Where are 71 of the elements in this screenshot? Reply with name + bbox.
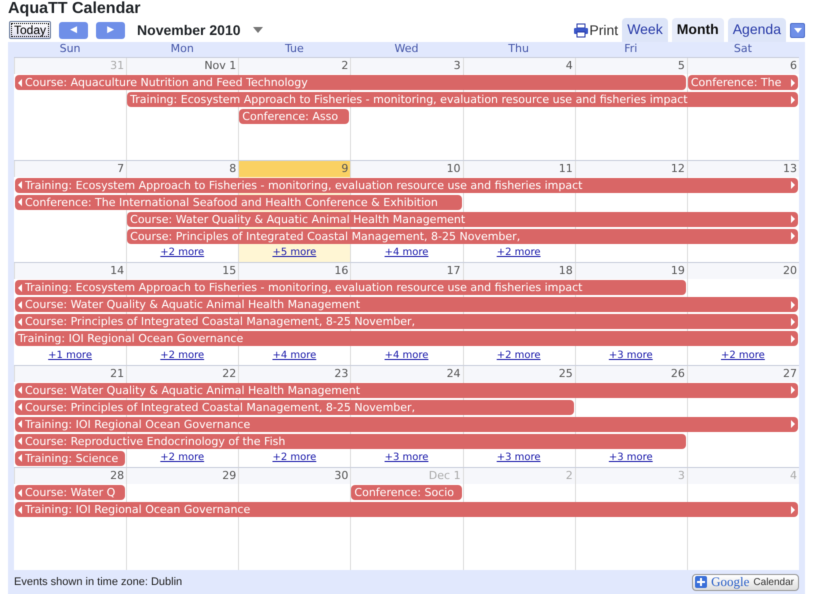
- day-number: 20: [686, 263, 799, 280]
- dropdown-caret-icon[interactable]: [252, 27, 263, 33]
- day-number: Dec 1: [350, 468, 463, 484]
- day-number: 28: [14, 468, 126, 484]
- more-link[interactable]: +2 more: [160, 450, 204, 466]
- more-link[interactable]: +3 more: [384, 450, 428, 466]
- today-button[interactable]: Today: [9, 21, 52, 39]
- more-link[interactable]: +5 more: [272, 245, 316, 262]
- weekday-header: Mon: [170, 42, 195, 57]
- day-number: 17: [350, 263, 463, 280]
- day-number: 12: [574, 160, 687, 177]
- day-number: 7: [14, 160, 126, 177]
- day-number: 21: [14, 366, 126, 382]
- print-link[interactable]: Print: [573, 22, 618, 38]
- more-link[interactable]: +2 more: [272, 450, 316, 466]
- day-number: 4: [462, 58, 575, 74]
- google-calendar-button[interactable]: Google Calendar: [692, 574, 799, 590]
- more-link[interactable]: +2 more: [496, 245, 541, 262]
- day-number: 10: [350, 160, 463, 177]
- more-link[interactable]: +4 more: [384, 245, 428, 262]
- view-tab[interactable]: Month: [672, 18, 724, 42]
- dropdown-button[interactable]: [790, 22, 805, 38]
- weekday-header: Sun: [58, 42, 82, 57]
- weekday-header: Fri: [623, 42, 638, 57]
- day-number: 2: [238, 58, 350, 74]
- plus-icon: [695, 576, 708, 588]
- day-number: 25: [462, 366, 575, 382]
- day-number: Nov 1: [126, 58, 238, 74]
- day-number: 2: [462, 468, 575, 484]
- day-number: 15: [126, 263, 238, 280]
- printer-icon: [573, 22, 590, 38]
- day-number: 31: [14, 58, 126, 74]
- more-link[interactable]: +2 more: [160, 245, 204, 262]
- view-tab[interactable]: Week: [622, 18, 668, 42]
- month-period: November 2010: [137, 22, 241, 38]
- day-number: 16: [238, 263, 350, 280]
- day-number: 19: [574, 263, 687, 280]
- day-number: 22: [126, 366, 238, 382]
- weekday-header: Tue: [284, 42, 305, 57]
- day-number: 14: [14, 263, 126, 280]
- day-number: 5: [574, 58, 687, 74]
- weekday-header: Sat: [732, 42, 753, 57]
- more-link[interactable]: +3 more: [496, 450, 541, 466]
- view-tab[interactable]: Agenda: [728, 18, 786, 42]
- day-number: 24: [350, 366, 463, 382]
- day-number: 18: [462, 263, 575, 280]
- day-number: 11: [462, 160, 575, 177]
- calendar-title: AquaTT Calendar: [7, 0, 142, 18]
- more-link[interactable]: +4 more: [272, 348, 316, 364]
- weekday-header: Wed: [394, 42, 420, 57]
- more-link[interactable]: +1 more: [48, 348, 92, 364]
- day-number: 30: [238, 468, 350, 484]
- more-link[interactable]: +3 more: [608, 450, 653, 466]
- day-number: 3: [350, 58, 463, 74]
- more-link[interactable]: +2 more: [160, 348, 204, 364]
- more-link[interactable]: +3 more: [608, 348, 653, 364]
- more-link[interactable]: +2 more: [721, 348, 765, 364]
- day-number: 26: [574, 366, 687, 382]
- day-number: 6: [686, 58, 799, 74]
- weekday-header: Thu: [507, 42, 530, 57]
- timezone-note: Events shown in time zone: Dublin: [14, 576, 182, 588]
- day-number: 4: [686, 468, 799, 484]
- more-link[interactable]: +2 more: [496, 348, 541, 364]
- day-number: 9: [238, 160, 350, 177]
- day-number: 23: [238, 366, 350, 382]
- day-number: 3: [574, 468, 687, 484]
- day-number: 13: [686, 160, 799, 177]
- day-number: 8: [126, 160, 238, 177]
- day-number: 27: [686, 366, 799, 382]
- day-number: 29: [126, 468, 238, 484]
- more-link[interactable]: +4 more: [384, 348, 428, 364]
